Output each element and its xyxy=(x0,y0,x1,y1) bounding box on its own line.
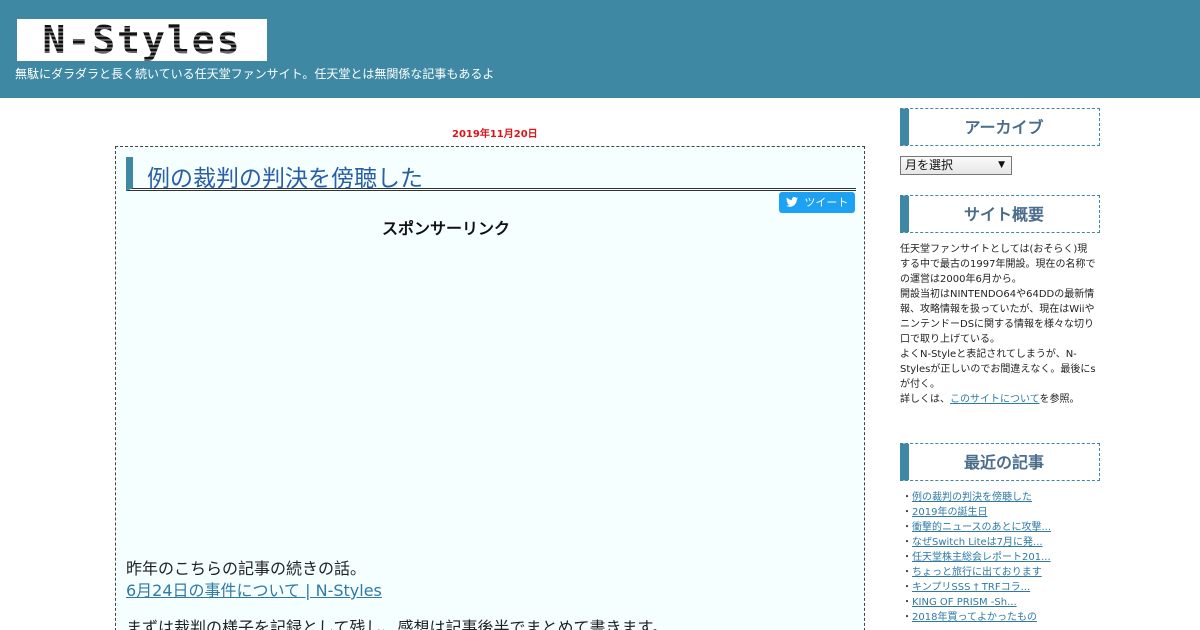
site-logo[interactable]: N-Styles xyxy=(17,19,267,61)
post-paragraph: まずは裁判の様子を記録として残し、感想は記事後半でまとめて書きます。 xyxy=(126,618,668,630)
recent-post-link[interactable]: なぜSwitch Liteは7月に発... xyxy=(912,537,1043,548)
recent-post-link[interactable]: 例の裁判の判決を傍聴した xyxy=(912,492,1032,503)
list-item: ・ちょっと旅行に出ております xyxy=(902,567,1042,578)
list-item: ・2019年の誕生日 xyxy=(902,507,988,518)
dropdown-arrow-icon: ▼ xyxy=(998,160,1005,170)
about-widget-title: サイト概要 xyxy=(900,195,1100,233)
about-line: する中で最古の1997年開設。現在の名称で xyxy=(900,259,1096,270)
list-item: ・衝撃的ニュースのあとに攻撃... xyxy=(902,522,1052,533)
sponsor-label: スポンサーリンク xyxy=(382,219,511,238)
list-item: ・KING OF PRISM -Sh... xyxy=(902,597,1017,608)
archive-month-select[interactable]: 月を選択 ▼ xyxy=(900,156,1012,175)
recent-post-link[interactable]: 2019年の誕生日 xyxy=(912,507,987,518)
archive-widget-title: アーカイブ xyxy=(900,108,1100,146)
twitter-bird-icon xyxy=(785,195,802,209)
about-line: 報、攻略情報を扱っていたが、現在はWiiや xyxy=(900,304,1095,315)
site-header: N-Styles 無駄にダラダラと長く続いている任天堂ファンサイト。任天堂とは無… xyxy=(0,0,1200,98)
post-paragraph: 昨年のこちらの記事の続きの話。 xyxy=(126,559,367,578)
about-line: ニンテンドーDSに関する情報を様々な切り xyxy=(900,319,1095,330)
tweet-button[interactable]: ツイート xyxy=(779,192,855,213)
site-tagline: 無駄にダラダラと長く続いている任天堂ファンサイト。任天堂とは無関係な記事もあるよ xyxy=(15,67,495,81)
about-text: 任天堂ファンサイトとしては(おそらく)現 する中で最古の1997年開設。現在の名… xyxy=(900,242,1100,407)
about-more: 詳しくは、このサイトについてを参照。 xyxy=(900,392,1100,407)
recent-posts-list: ・例の裁判の判決を傍聴した ・2019年の誕生日 ・衝撃的ニュースのあとに攻撃.… xyxy=(902,490,1051,625)
list-item: ・キンプリSSS † TRFコラ... xyxy=(902,582,1031,593)
post-article: 例の裁判の判決を傍聴した ツイート スポンサーリンク 昨年のこちらの記事の続きの… xyxy=(115,146,865,630)
archive-select-value: 月を選択 xyxy=(905,158,954,172)
about-more-prefix: 詳しくは、 xyxy=(900,394,950,405)
tweet-label: ツイート xyxy=(804,196,849,209)
about-line: が付く。 xyxy=(900,379,940,390)
recent-post-link[interactable]: KING OF PRISM -Sh... xyxy=(912,597,1017,608)
recent-post-link[interactable]: キンプリSSS † TRFコラ... xyxy=(912,582,1030,593)
recent-post-link[interactable]: ちょっと旅行に出ております xyxy=(912,567,1042,578)
post-title[interactable]: 例の裁判の判決を傍聴した xyxy=(147,159,423,193)
about-line: Stylesが正しいのでお間違えなく。最後にs xyxy=(900,364,1096,375)
recent-widget-title: 最近の記事 xyxy=(900,443,1100,481)
post-link[interactable]: 6月24日の事件について | N-Styles xyxy=(126,577,382,601)
about-line: 開設当初はNINTENDO64や64DDの最新情 xyxy=(900,289,1095,300)
list-item: ・なぜSwitch Liteは7月に発... xyxy=(902,537,1043,548)
recent-post-link[interactable]: 2018年買ってよかったもの xyxy=(912,612,1037,623)
post-title-bar: 例の裁判の判決を傍聴した xyxy=(126,157,856,193)
about-site-link[interactable]: このサイトについて xyxy=(950,394,1040,405)
about-line: 任天堂ファンサイトとしては(おそらく)現 xyxy=(900,244,1088,255)
recent-post-link[interactable]: 衝撃的ニュースのあとに攻撃... xyxy=(912,522,1051,533)
recent-post-link[interactable]: 任天堂株主総会レポート201... xyxy=(912,552,1051,563)
list-item: ・例の裁判の判決を傍聴した xyxy=(902,492,1032,503)
about-line: の運営は2000年6月から。 xyxy=(900,274,1022,285)
about-line: よくN-Styleと表記されてしまうが、N- xyxy=(900,349,1077,360)
about-line: 口で取り上げている。 xyxy=(900,334,1000,345)
about-more-suffix: を参照。 xyxy=(1039,394,1080,405)
list-item: ・2018年買ってよかったもの xyxy=(902,612,1037,623)
post-date: 2019年11月20日 xyxy=(452,129,538,140)
list-item: ・任天堂株主総会レポート201... xyxy=(902,552,1051,563)
